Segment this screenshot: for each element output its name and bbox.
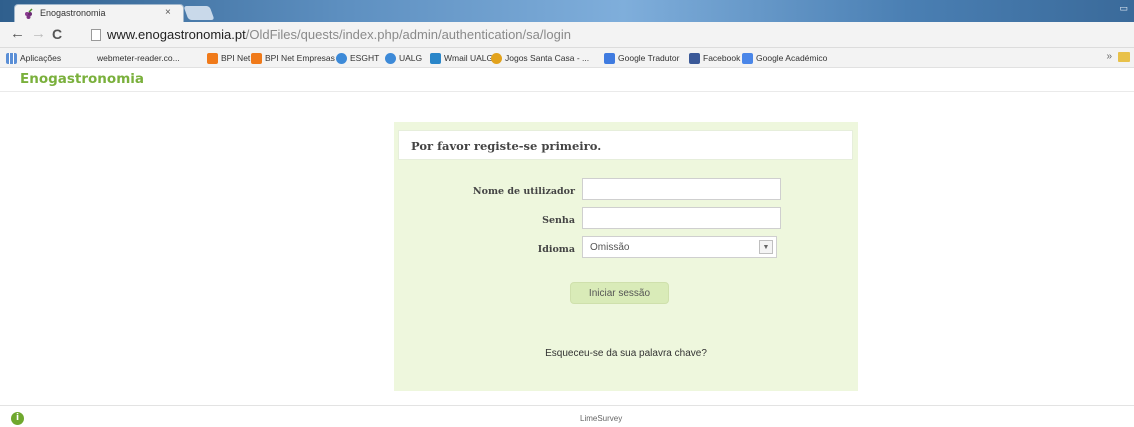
browser-tab[interactable]: Enogastronomia ×	[14, 4, 184, 23]
back-arrow-icon[interactable]: ←	[10, 26, 25, 42]
url-path: /OldFiles/quests/index.php/admin/authent…	[245, 27, 571, 42]
lottery-icon	[491, 52, 502, 64]
bookmark-label: ESGHT	[350, 53, 380, 63]
bookmark-esght[interactable]: ESGHT	[336, 51, 379, 65]
browser-tab-strip: Enogastronomia × ▭	[0, 0, 1134, 23]
window-controls-icon[interactable]: ▭	[1119, 3, 1128, 14]
bookmark-jogos-santa-casa[interactable]: Jogos Santa Casa - ...	[491, 51, 589, 65]
language-label: Idioma	[537, 244, 575, 255]
info-icon[interactable]: i	[11, 412, 24, 425]
footer-divider	[0, 405, 1134, 406]
login-button[interactable]: Iniciar sessão	[570, 282, 669, 304]
bookmark-webmeter[interactable]: webmeter-reader.co...	[97, 51, 180, 65]
footer-text[interactable]: LimeSurvey	[580, 414, 622, 423]
chevron-down-icon[interactable]: ▼	[759, 240, 773, 254]
password-label: Senha	[542, 215, 575, 226]
bookmark-bpi-net-empresas[interactable]: BPI Net Empresas	[251, 51, 335, 65]
bpi-icon	[251, 52, 262, 64]
grape-favicon-icon	[25, 8, 33, 19]
header-divider	[0, 91, 1134, 92]
bookmark-aplicacoes[interactable]: Aplicações	[6, 51, 61, 65]
site-title: Enogastronomia	[20, 71, 144, 87]
tab-title: Enogastronomia	[40, 8, 106, 18]
bookmark-bpi-net[interactable]: BPI Net	[207, 51, 250, 65]
bookmark-label: Google Tradutor	[618, 53, 680, 63]
bookmark-label: BPI Net Empresas	[265, 53, 335, 63]
forward-arrow-icon[interactable]: →	[31, 26, 46, 42]
password-input[interactable]	[582, 207, 781, 229]
bookmark-wmail-ualg[interactable]: Wmail UALG	[430, 51, 493, 65]
bpi-icon	[207, 52, 218, 64]
globe-icon	[336, 52, 347, 64]
bookmark-label: BPI Net	[221, 53, 251, 63]
address-bar[interactable]: www.enogastronomia.pt/OldFiles/quests/in…	[107, 27, 571, 42]
language-select[interactable]: Omissão ▼	[582, 236, 777, 258]
tab-close-icon[interactable]: ×	[165, 7, 171, 18]
bookmark-google-tradutor[interactable]: Google Tradutor	[604, 51, 679, 65]
reload-icon[interactable]: C	[52, 26, 62, 42]
bookmarks-bar: Aplicações webmeter-reader.co... BPI Net…	[0, 48, 1134, 68]
bookmark-label: Aplicações	[20, 53, 62, 63]
more-bookmarks-icon[interactable]: »	[1106, 51, 1112, 62]
bookmark-label: webmeter-reader.co...	[97, 53, 180, 63]
url-host: www.enogastronomia.pt	[107, 27, 246, 42]
bookmark-label: Wmail UALG	[444, 53, 494, 63]
language-select-value: Omissão	[590, 242, 630, 253]
bookmark-label: UALG	[399, 53, 423, 63]
login-message-box: Por favor registe-se primeiro.	[398, 130, 853, 160]
username-input[interactable]	[582, 178, 781, 200]
page-info-icon[interactable]	[91, 29, 101, 41]
mail-icon	[430, 52, 441, 64]
bookmark-ualg[interactable]: UALG	[385, 51, 422, 65]
folder-icon[interactable]	[1118, 52, 1130, 62]
new-tab-button[interactable]	[183, 6, 215, 20]
bookmark-facebook[interactable]: Facebook	[689, 51, 740, 65]
bookmark-label: Jogos Santa Casa - ...	[505, 53, 590, 63]
scholar-icon	[742, 52, 753, 64]
bookmark-label: Google Académico	[756, 53, 828, 63]
bookmark-label: Facebook	[703, 53, 741, 63]
globe-icon	[385, 52, 396, 64]
facebook-icon	[689, 52, 700, 64]
forgot-password-link[interactable]: Esqueceu-se da sua palavra chave?	[394, 348, 858, 359]
apps-grid-icon	[6, 52, 17, 64]
login-message: Por favor registe-se primeiro.	[411, 139, 602, 153]
navigation-bar: ← → C www.enogastronomia.pt/OldFiles/que…	[0, 22, 1134, 48]
bookmark-google-academico[interactable]: Google Académico	[742, 51, 827, 65]
username-label: Nome de utilizador	[472, 186, 575, 197]
translate-icon	[604, 52, 615, 64]
login-panel: Por favor registe-se primeiro. Nome de u…	[394, 122, 858, 391]
